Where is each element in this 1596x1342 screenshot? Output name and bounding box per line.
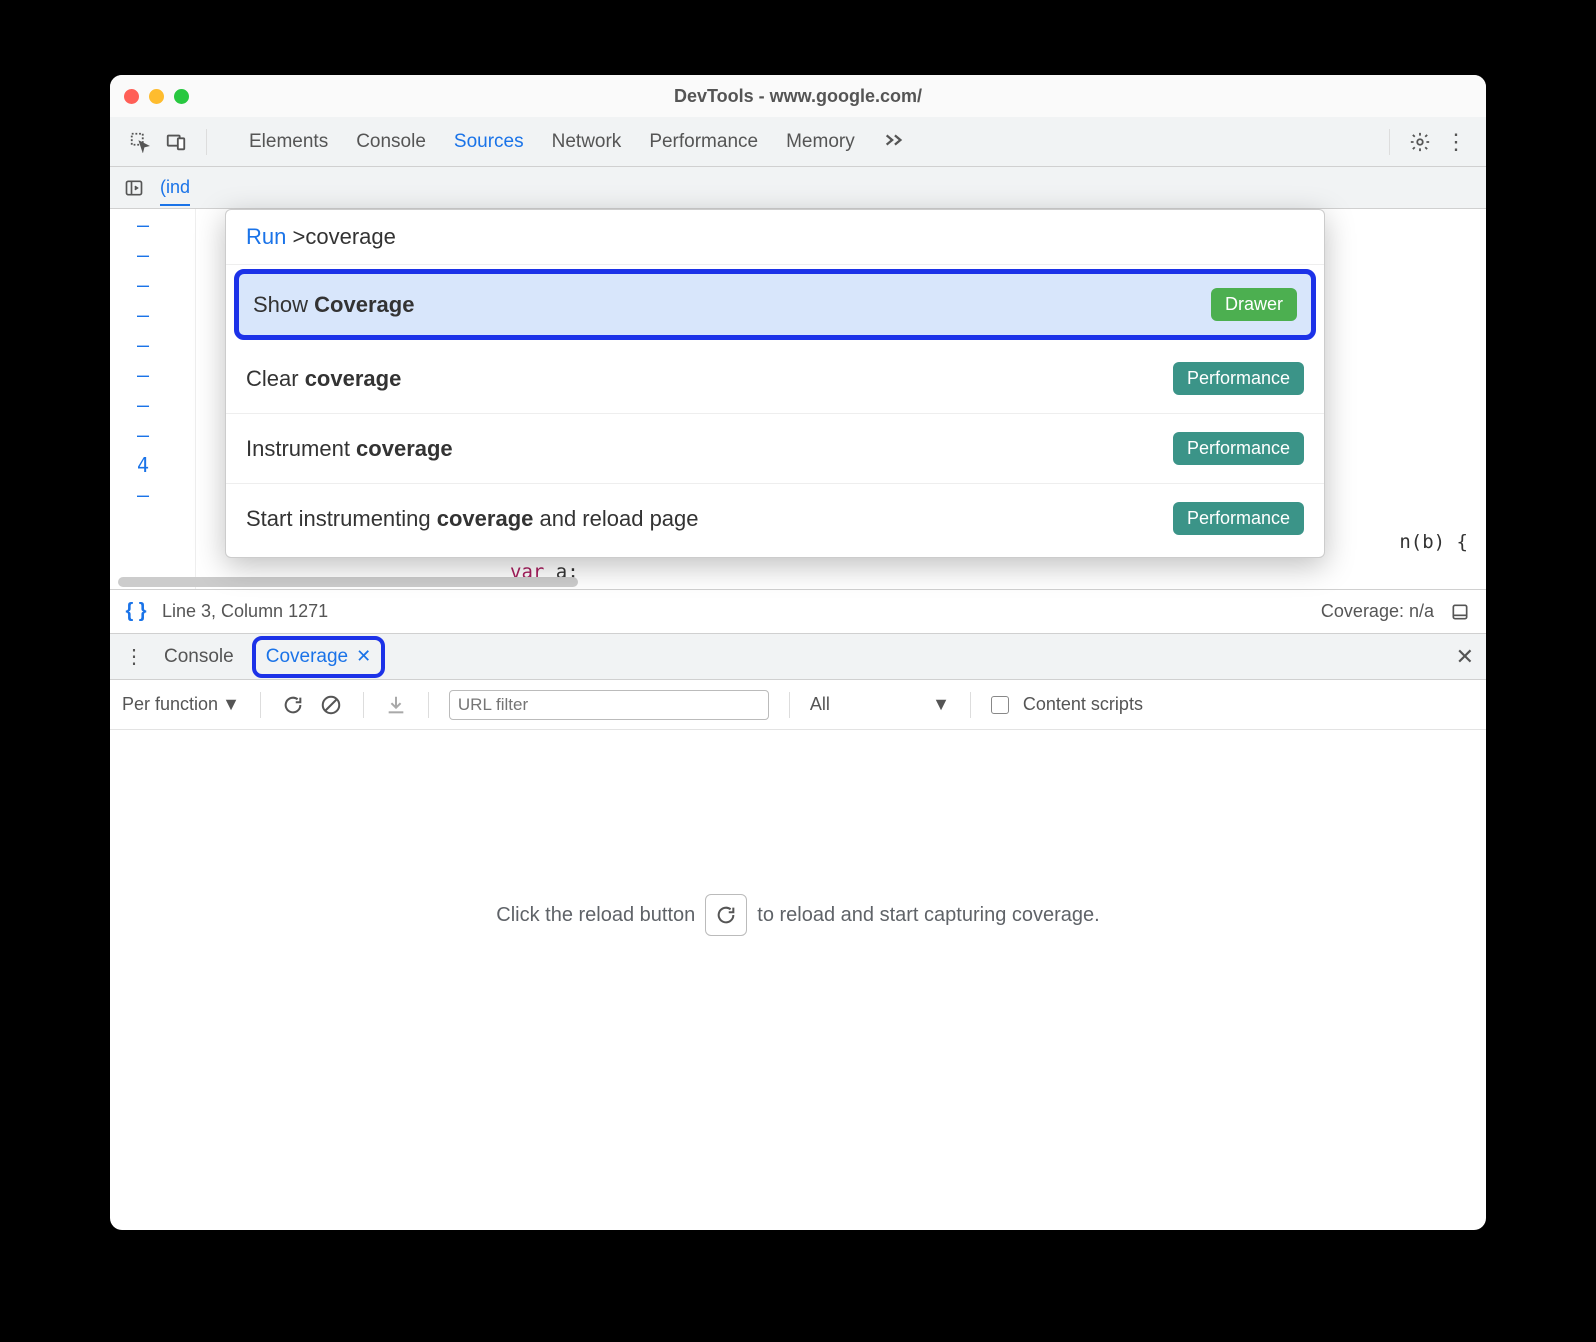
command-results: Show Coverage Drawer Clear coverage Perf… (226, 269, 1324, 553)
clear-icon[interactable] (319, 693, 343, 717)
tab-performance[interactable]: Performance (649, 131, 758, 153)
source-file-tab[interactable]: (ind (160, 177, 190, 206)
gutter-row: – (110, 213, 176, 243)
more-menu-icon[interactable]: ⋮ (1444, 130, 1468, 154)
command-item-label: Clear coverage (246, 366, 401, 392)
minimize-window-button[interactable] (149, 89, 164, 104)
divider (789, 692, 790, 718)
command-item-badge: Performance (1173, 502, 1304, 535)
divider (363, 692, 364, 718)
gutter-row: – (110, 393, 176, 423)
code-editor[interactable]: – – – – – – – – 4 – n(b) { var a; Run >c… (110, 209, 1486, 589)
close-tab-icon[interactable]: ✕ (356, 646, 371, 667)
tab-console[interactable]: Console (356, 131, 426, 153)
gutter-row: – (110, 333, 176, 363)
horizontal-scrollbar[interactable] (118, 577, 578, 587)
divider (260, 692, 261, 718)
editor-gutter: – – – – – – – – 4 – (110, 209, 176, 589)
more-tabs-icon[interactable] (883, 131, 905, 153)
command-item-label: Show Coverage (253, 292, 414, 318)
reload-button-hint[interactable] (705, 894, 747, 936)
command-item-instrument-coverage[interactable]: Instrument coverage Performance (226, 414, 1324, 484)
sources-file-bar: (ind (110, 167, 1486, 209)
command-item-badge: Drawer (1211, 288, 1297, 321)
editor-status-bar: { } Line 3, Column 1271 Coverage: n/a (110, 589, 1486, 633)
type-filter-dropdown[interactable]: All ▼ (810, 694, 950, 715)
command-item-label: Start instrumenting coverage and reload … (246, 506, 699, 532)
command-item-badge: Performance (1173, 362, 1304, 395)
drawer-more-icon[interactable]: ⋮ (122, 645, 146, 669)
coverage-toolbar: Per function ▼ All ▼ Content scripts (110, 680, 1486, 730)
traffic-lights (124, 89, 189, 104)
content-scripts-label: Content scripts (1023, 694, 1143, 715)
command-menu: Run >coverage Show Coverage Drawer Clear… (225, 209, 1325, 558)
drawer-tab-console[interactable]: Console (164, 646, 234, 668)
tab-sources[interactable]: Sources (454, 131, 524, 153)
code-fragment-right: n(b) { (1399, 531, 1468, 553)
export-icon[interactable] (384, 693, 408, 717)
drawer-tabs: ⋮ Console Coverage ✕ ✕ (110, 634, 1486, 680)
drawer-tab-label: Coverage (266, 646, 348, 668)
command-item-label: Instrument coverage (246, 436, 453, 462)
device-toggle-icon[interactable] (164, 130, 188, 154)
command-input[interactable]: Run >coverage (226, 210, 1324, 265)
empty-text-pre: Click the reload button (496, 904, 695, 927)
content-scripts-checkbox[interactable] (991, 696, 1009, 714)
divider (206, 129, 207, 155)
drawer: ⋮ Console Coverage ✕ ✕ Per function ▼ (110, 633, 1486, 1100)
granularity-dropdown[interactable]: Per function ▼ (122, 694, 240, 715)
close-window-button[interactable] (124, 89, 139, 104)
divider (1389, 129, 1390, 155)
command-item-show-coverage[interactable]: Show Coverage Drawer (234, 269, 1316, 340)
tab-memory[interactable]: Memory (786, 131, 855, 153)
gutter-row: – (110, 423, 176, 453)
tab-elements[interactable]: Elements (249, 131, 328, 153)
gutter-row: – (110, 303, 176, 333)
inspect-element-icon[interactable] (128, 130, 152, 154)
reload-icon[interactable] (281, 693, 305, 717)
url-filter-input[interactable] (449, 690, 769, 720)
chevron-down-icon: ▼ (932, 694, 950, 715)
gutter-row: – (110, 243, 176, 273)
command-prefix: Run (246, 224, 292, 249)
window-title: DevTools - www.google.com/ (110, 86, 1486, 107)
devtools-window: DevTools - www.google.com/ Elements Cons… (110, 75, 1486, 1230)
pretty-print-icon[interactable]: { } (124, 600, 148, 624)
divider (428, 692, 429, 718)
divider (970, 692, 971, 718)
cursor-position: Line 3, Column 1271 (162, 601, 328, 622)
gutter-row: – (110, 483, 176, 513)
source-map-icon[interactable] (1448, 600, 1472, 624)
panel-tabs: Elements Console Sources Network Perform… (249, 131, 1371, 153)
tab-network[interactable]: Network (552, 131, 622, 153)
drawer-tab-coverage[interactable]: Coverage ✕ (252, 636, 385, 678)
command-item-badge: Performance (1173, 432, 1304, 465)
command-caret: > (292, 224, 305, 249)
gutter-row: – (110, 273, 176, 303)
command-query: coverage (305, 224, 396, 249)
main-toolbar: Elements Console Sources Network Perform… (110, 117, 1486, 167)
gutter-row: – (110, 363, 176, 393)
command-item-start-instrumenting[interactable]: Start instrumenting coverage and reload … (226, 484, 1324, 553)
navigator-toggle-icon[interactable] (122, 176, 146, 200)
settings-icon[interactable] (1408, 130, 1432, 154)
zoom-window-button[interactable] (174, 89, 189, 104)
gutter-row: 4 (110, 453, 176, 483)
command-item-clear-coverage[interactable]: Clear coverage Performance (226, 344, 1324, 414)
coverage-status: Coverage: n/a (1321, 601, 1434, 622)
empty-text-post: to reload and start capturing coverage. (757, 904, 1099, 927)
close-drawer-icon[interactable]: ✕ (1456, 644, 1474, 670)
coverage-empty-state: Click the reload button to reload and st… (110, 730, 1486, 1100)
chevron-down-icon: ▼ (222, 694, 240, 715)
titlebar: DevTools - www.google.com/ (110, 75, 1486, 117)
fold-gutter (176, 209, 196, 589)
